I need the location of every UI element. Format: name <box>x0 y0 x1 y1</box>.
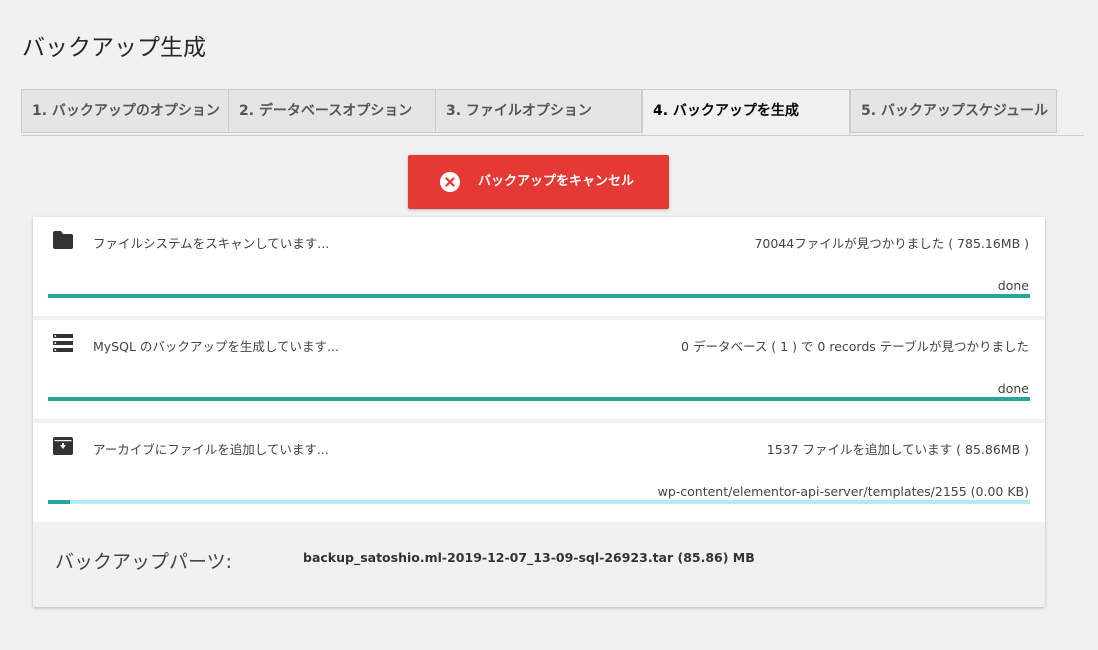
folder-icon <box>53 231 73 249</box>
step-status: 1537 ファイルを追加しています ( 85.86MB ) <box>766 442 1029 457</box>
tab-create-backup[interactable]: 4. バックアップを生成 <box>642 89 850 135</box>
step-progress-text: wp-content/elementor-api-server/template… <box>657 484 1029 499</box>
progress-fill <box>48 397 1030 401</box>
step-scan-files: ファイルシステムをスキャンしています... 70044ファイルが見つかりました … <box>33 217 1045 316</box>
cancel-backup-button[interactable]: バックアップをキャンセル <box>408 155 669 209</box>
step-mysql-backup: MySQL のバックアップを生成しています... 0 データベース ( 1 ) … <box>33 320 1045 419</box>
progress-fill <box>48 294 1030 298</box>
step-label: アーカイブにファイルを追加しています... <box>93 442 329 457</box>
backup-parts: バックアップパーツ: backup_satoshio.ml-2019-12-07… <box>33 519 1045 607</box>
progress-bar <box>48 294 1030 298</box>
step-label: MySQL のバックアップを生成しています... <box>93 339 339 354</box>
backup-progress-panel: ファイルシステムをスキャンしています... 70044ファイルが見つかりました … <box>33 217 1045 607</box>
progress-fill <box>48 500 70 504</box>
database-list-icon <box>53 334 73 352</box>
tab-backup-schedule[interactable]: 5. バックアップスケジュール <box>850 89 1057 133</box>
step-progress-text: done <box>997 381 1029 396</box>
step-progress-text: done <box>997 278 1029 293</box>
progress-bar <box>48 500 1030 504</box>
step-label: ファイルシステムをスキャンしています... <box>93 236 330 251</box>
backup-parts-label: バックアップパーツ: <box>55 551 233 573</box>
progress-bar <box>48 397 1030 401</box>
tab-bar: 1. バックアップのオプション 2. データベースオプション 3. ファイルオプ… <box>21 89 1084 136</box>
cancel-backup-label: バックアップをキャンセル <box>478 174 635 189</box>
step-status: 0 データベース ( 1 ) で 0 records テーブルが見つかりました <box>681 339 1029 354</box>
tab-database-options[interactable]: 2. データベースオプション <box>228 89 436 133</box>
tab-backup-options[interactable]: 1. バックアップのオプション <box>21 89 229 133</box>
step-add-to-archive: アーカイブにファイルを追加しています... 1537 ファイルを追加しています … <box>33 423 1045 522</box>
step-status: 70044ファイルが見つかりました ( 785.16MB ) <box>754 236 1029 251</box>
close-circle-icon <box>440 172 460 192</box>
backup-parts-file: backup_satoshio.ml-2019-12-07_13-09-sql-… <box>303 550 755 565</box>
tab-file-options[interactable]: 3. ファイルオプション <box>435 89 642 133</box>
page-title: バックアップ生成 <box>22 35 206 61</box>
archive-icon <box>53 437 73 455</box>
